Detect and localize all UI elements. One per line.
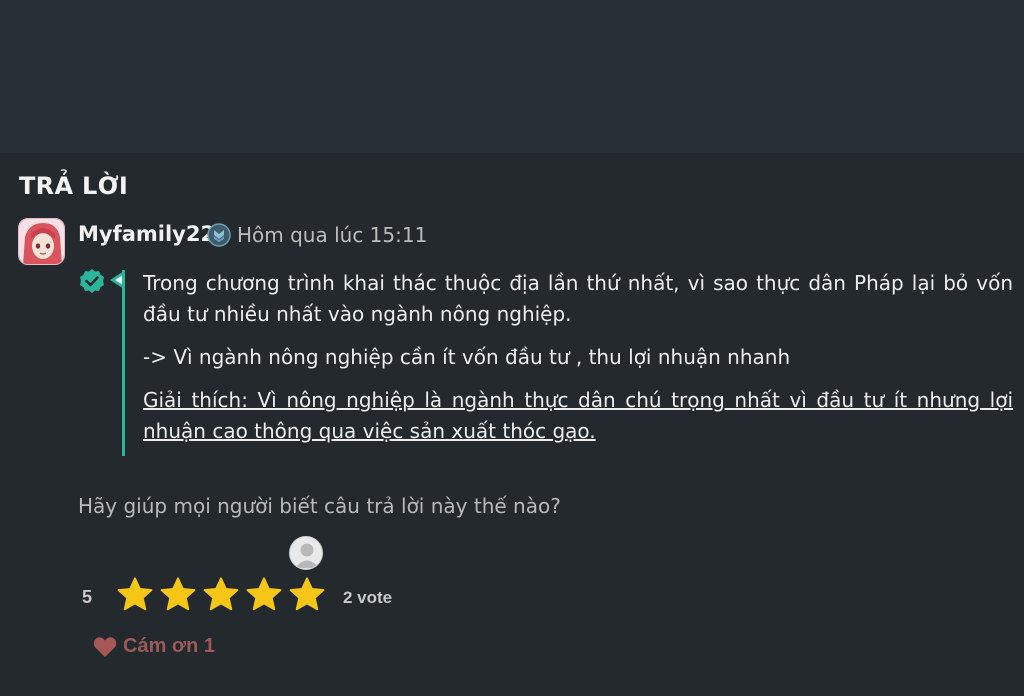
star-icon[interactable] (159, 576, 197, 614)
star-icon[interactable] (202, 576, 240, 614)
answer-body: Trong chương trình khai thác thuộc địa l… (143, 268, 1013, 459)
voter-avatar[interactable] (289, 536, 323, 570)
section-title: TRẢ LỜI (19, 172, 129, 200)
star-icon[interactable] (116, 576, 154, 614)
rank-badge-icon (207, 223, 231, 247)
user-avatar[interactable] (18, 218, 65, 265)
answer-accent-bar (122, 270, 125, 456)
heart-icon (93, 636, 117, 657)
top-band (0, 0, 1024, 153)
answer-question: Trong chương trình khai thác thuộc địa l… (143, 271, 1013, 326)
answer-conclusion: -> Vì ngành nông nghiệp cần ít vốn đầu t… (143, 345, 791, 369)
star-rating[interactable] (116, 576, 326, 614)
star-icon[interactable] (288, 576, 326, 614)
verified-check-icon (79, 268, 105, 294)
thanks-button[interactable]: Cám ơn 1 (93, 635, 215, 658)
username[interactable]: Myfamily22 (78, 222, 215, 246)
rating-score: 5 (82, 587, 93, 607)
answer-timestamp: Hôm qua lúc 15:11 (237, 223, 428, 247)
thanks-label: Cám ơn 1 (123, 635, 216, 657)
star-icon[interactable] (245, 576, 283, 614)
vote-count: 2 vote (343, 588, 393, 607)
answer-explanation: Giải thích: Vì nông nghiệp là ngành thực… (143, 388, 1013, 443)
rating-prompt: Hãy giúp mọi người biết câu trả lời này … (78, 494, 561, 518)
